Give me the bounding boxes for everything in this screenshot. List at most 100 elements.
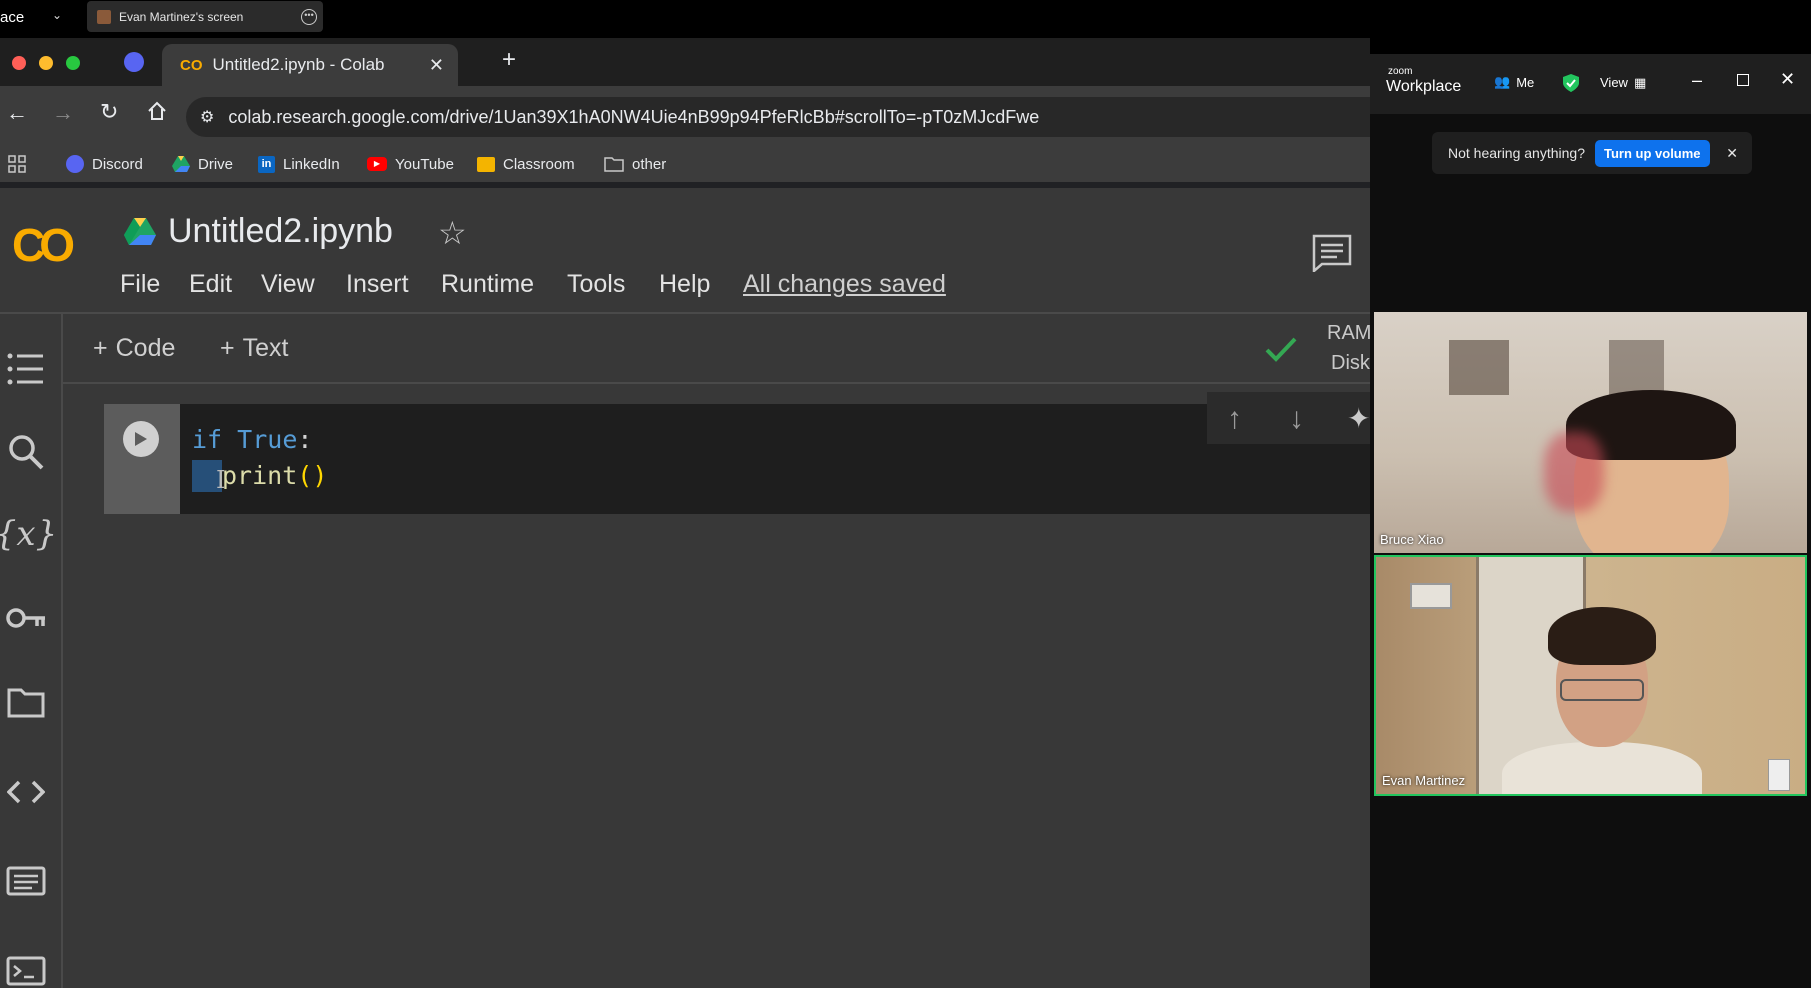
move-cell-up-icon[interactable]: ↑ — [1227, 402, 1242, 436]
share-title: Evan Martinez's screen — [119, 9, 244, 24]
participant-hoodie — [1502, 742, 1702, 794]
colab-favicon-icon: CO — [180, 56, 203, 74]
app-label-fragment: ace — [0, 9, 25, 26]
bookmark-classroom[interactable]: Classroom — [477, 146, 575, 182]
more-options-icon[interactable]: ••• — [301, 8, 317, 25]
files-folder-icon[interactable] — [0, 688, 52, 718]
chevron-down-icon[interactable]: ⌄ — [52, 8, 62, 22]
light-switch — [1768, 759, 1790, 791]
background-object — [1544, 432, 1604, 512]
view-label: View — [1600, 75, 1628, 90]
zoom-brand-small: zoom — [1388, 66, 1413, 77]
menu-runtime[interactable]: Runtime — [441, 270, 534, 299]
address-bar[interactable]: ⚙ colab.research.google.com/drive/1Uan39… — [186, 97, 1370, 137]
comments-icon[interactable] — [1312, 234, 1352, 272]
notice-text: Not hearing anything? — [1448, 145, 1585, 161]
view-button[interactable]: View ▦ — [1600, 75, 1646, 91]
screen-share-tab[interactable]: Evan Martinez's screen ••• — [87, 1, 323, 32]
bookmark-linkedin[interactable]: in LinkedIn — [258, 146, 340, 182]
close-icon[interactable]: ✕ — [1780, 69, 1795, 90]
table-of-contents-icon[interactable] — [0, 352, 52, 386]
add-text-cell-button[interactable]: + Text — [220, 334, 288, 363]
google-drive-icon[interactable] — [124, 218, 156, 246]
add-code-cell-button[interactable]: + Code — [93, 334, 175, 363]
ram-label[interactable]: RAM — [1327, 322, 1371, 345]
close-window-button[interactable] — [12, 56, 26, 70]
close-tab-icon[interactable]: ✕ — [429, 55, 444, 76]
video-tile-evan[interactable]: Evan Martinez — [1374, 555, 1807, 796]
tab-title: Untitled2.ipynb - Colab — [212, 55, 385, 74]
security-shield-icon[interactable] — [1562, 73, 1580, 93]
cell-gutter — [104, 404, 180, 514]
home-icon[interactable] — [146, 100, 168, 122]
drive-icon — [172, 156, 190, 172]
wall-picture — [1449, 340, 1509, 395]
secrets-key-icon[interactable] — [0, 606, 52, 630]
participants-button[interactable]: 👥 Me — [1494, 74, 1534, 90]
maximize-icon[interactable] — [1737, 74, 1749, 86]
text-cursor-icon: I — [216, 466, 226, 494]
run-cell-button[interactable] — [123, 421, 159, 457]
colon-token: : — [297, 425, 313, 454]
code-editor[interactable]: if True: print() — [192, 422, 327, 494]
turn-up-volume-button[interactable]: Turn up volume — [1595, 139, 1710, 167]
bookmarks-bar: Discord Drive in LinkedIn ▶ YouTube Classr… — [0, 146, 1370, 182]
new-tab-button[interactable]: + — [502, 46, 516, 74]
minimize-icon[interactable]: – — [1692, 70, 1702, 91]
menu-help[interactable]: Help — [659, 270, 710, 299]
video-tile-bruce[interactable]: Bruce Xiao — [1374, 312, 1807, 553]
bookmark-label: Classroom — [503, 155, 575, 173]
code-line-2: print() — [192, 458, 327, 494]
bookmark-drive[interactable]: Drive — [172, 146, 233, 182]
back-icon[interactable]: ← — [6, 100, 28, 126]
search-icon[interactable] — [0, 434, 52, 470]
classroom-icon — [477, 156, 495, 172]
gemini-sparkle-icon[interactable]: ✦ — [1347, 402, 1370, 435]
menu-view[interactable]: View — [261, 270, 315, 299]
wall-picture — [1609, 340, 1664, 395]
menu-file[interactable]: File — [120, 270, 160, 299]
apps-grid-icon[interactable] — [8, 146, 26, 182]
variables-icon[interactable]: {x} — [0, 514, 57, 554]
menu-tools[interactable]: Tools — [567, 270, 625, 299]
bookmark-label: LinkedIn — [283, 155, 340, 173]
maximize-window-button[interactable] — [66, 56, 80, 70]
bookmark-youtube[interactable]: ▶ YouTube — [367, 146, 454, 182]
colab-logo[interactable]: CO — [12, 218, 75, 272]
menu-edit[interactable]: Edit — [189, 270, 232, 299]
tab-colab[interactable]: CO Untitled2.ipynb - Colab ✕ — [162, 44, 458, 86]
terminal-icon[interactable] — [0, 956, 52, 986]
minimize-window-button[interactable] — [39, 56, 53, 70]
code-line-1: if True: — [192, 422, 327, 458]
add-text-label: Text — [242, 334, 289, 362]
participant-avatar-icon — [97, 9, 111, 24]
notebook-title[interactable]: Untitled2.ipynb — [168, 212, 393, 251]
reload-icon[interactable]: ↻ — [100, 99, 118, 125]
dismiss-notice-icon[interactable]: ✕ — [1726, 145, 1738, 162]
bookmark-discord[interactable]: Discord — [66, 146, 143, 182]
participant-glasses — [1560, 679, 1644, 701]
participant-hair — [1548, 607, 1656, 665]
site-settings-icon[interactable]: ⚙ — [200, 107, 214, 127]
code-snippets-icon[interactable] — [0, 780, 52, 804]
disk-label[interactable]: Disk — [1331, 352, 1370, 375]
youtube-icon: ▶ — [367, 157, 387, 171]
connected-check-icon[interactable] — [1265, 336, 1297, 362]
command-palette-icon[interactable] — [0, 866, 52, 896]
pinned-tab-discord-icon[interactable] — [124, 52, 144, 72]
star-icon[interactable]: ☆ — [438, 214, 467, 252]
move-cell-down-icon[interactable]: ↓ — [1289, 402, 1304, 436]
discord-icon — [66, 155, 84, 173]
audio-notice: Not hearing anything? Turn up volume ✕ — [1432, 132, 1752, 174]
participants-icon: 👥 — [1494, 74, 1511, 89]
cell-toolbar: ↑ ↓ ✦ — [1207, 392, 1370, 444]
add-code-label: Code — [115, 334, 176, 362]
zoom-brand: Workplace — [1386, 78, 1462, 95]
parens-token: () — [297, 461, 328, 490]
bookmark-folder-other[interactable]: other — [604, 146, 666, 182]
url-text: colab.research.google.com/drive/1Uan39X1… — [228, 106, 1040, 127]
menu-insert[interactable]: Insert — [346, 270, 409, 299]
forward-icon[interactable]: → — [52, 100, 74, 126]
bookmark-label: YouTube — [395, 155, 454, 173]
save-status-link[interactable]: All changes saved — [743, 270, 946, 299]
